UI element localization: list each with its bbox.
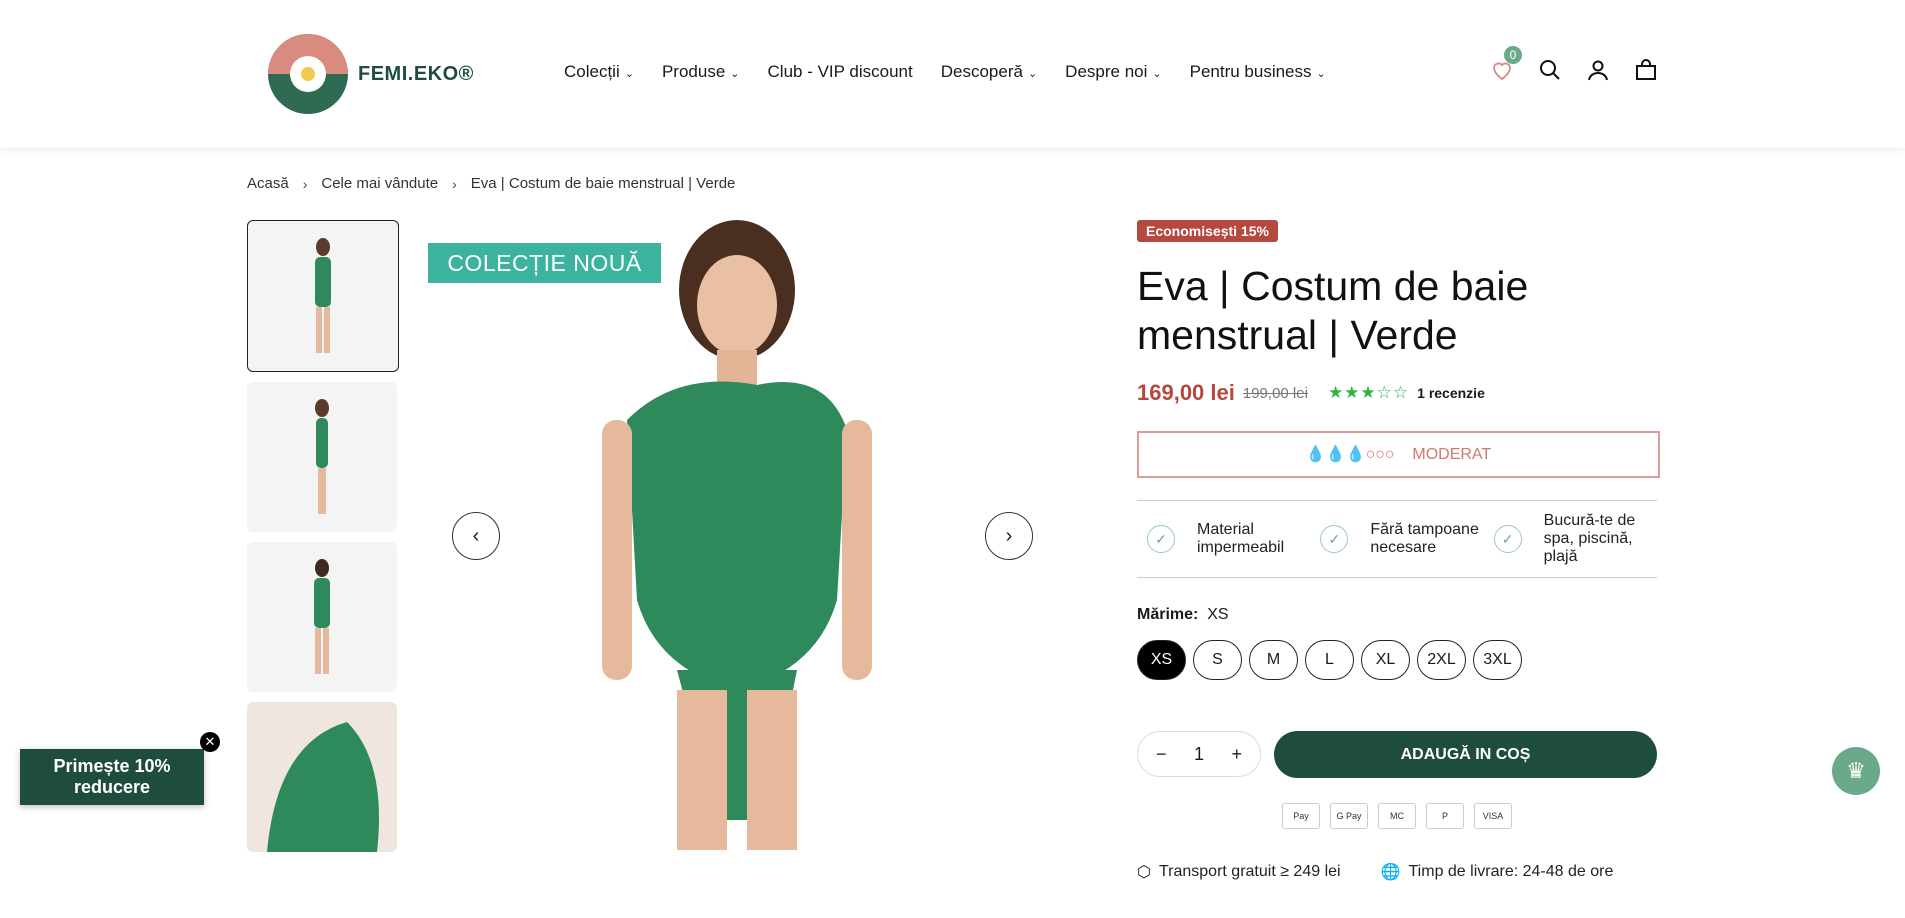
nav-pentru-business[interactable]: Pentru business ⌄ <box>1190 62 1326 82</box>
drop-icon: 💧💧💧○○○ <box>1305 446 1395 463</box>
logo-badge <box>268 34 348 114</box>
thumbnail-4[interactable] <box>247 702 397 852</box>
chevron-right-icon: › <box>302 175 308 192</box>
prev-image-button[interactable]: ‹ <box>452 512 500 560</box>
chevron-right-icon: › <box>452 175 457 192</box>
size-label: Mărime: XS <box>1137 606 1229 623</box>
product-title: Eva | Costum de baie menstrual | Verde <box>1137 263 1529 358</box>
old-price: 199,00 lei <box>1242 384 1308 402</box>
shipping-item: ⬡ Transport gratuit ≥ 249 lei <box>1137 863 1341 881</box>
flow-level-box: 💧💧💧○○○ MODERAT <box>1137 431 1660 478</box>
price-row: 169,00 lei 199,00 lei ★★★☆☆ 1 recenzie <box>1137 380 1485 406</box>
mastercard-icon: MC <box>1378 803 1416 829</box>
features-list: ✓ Material impermeabil ✓ Fără tampoane n… <box>1137 500 1657 578</box>
wishlist-count: 0 <box>1504 46 1522 64</box>
main-nav: Colecții ⌄ Produse ⌄ Club - VIP discount D… <box>564 62 1354 82</box>
next-image-button[interactable]: › <box>985 512 1033 560</box>
breadcrumb: Acasă › Cele mai vândute › Eva | Costum … <box>247 175 735 192</box>
nav-despre-noi[interactable]: Despre noi ⌄ <box>1065 62 1161 82</box>
nav-club-vip[interactable]: Club - VIP discount <box>768 62 913 82</box>
nav-descopera[interactable]: Descoperă ⌄ <box>941 62 1037 82</box>
thumbnail-3[interactable] <box>247 542 397 692</box>
google-pay-icon: G Pay <box>1330 803 1368 829</box>
delivery-item: 🌐 Timp de livrare: 24-48 de ore <box>1380 863 1614 881</box>
plus-button[interactable]: + <box>1231 744 1242 765</box>
size-l[interactable]: L <box>1305 640 1354 680</box>
size-s[interactable]: S <box>1193 640 1242 680</box>
heart-icon[interactable]: 0 <box>1490 46 1522 82</box>
chevron-down-icon: ⌄ <box>1316 68 1326 80</box>
check-icon: ✓ <box>1147 525 1175 553</box>
search-icon[interactable] <box>1538 58 1562 82</box>
breadcrumb-current: Eva | Costum de baie menstrual | Verde <box>470 175 736 192</box>
logo-text: FEMI.EKO® <box>358 62 474 85</box>
size-xl[interactable]: XL <box>1361 640 1410 680</box>
main-product-image <box>427 220 1033 850</box>
shipping-info: ⬡ Transport gratuit ≥ 249 lei 🌐 Timp de … <box>1137 862 1613 882</box>
selected-size: XS <box>1207 606 1229 623</box>
site-header: FEMI.EKO® Colecții ⌄ Produse ⌄ Club - VIP … <box>0 0 1905 148</box>
close-icon[interactable]: ✕ <box>200 732 220 752</box>
add-to-cart-button[interactable]: ADAUGĂ IN COȘ <box>1274 731 1657 778</box>
chevron-down-icon: ⌄ <box>1152 68 1162 80</box>
quantity-value[interactable]: 1 <box>1194 744 1204 765</box>
flow-label: MODERAT <box>1412 446 1492 463</box>
visa-icon: VISA <box>1474 803 1512 829</box>
user-icon[interactable] <box>1586 58 1610 82</box>
check-icon: ✓ <box>1320 525 1349 553</box>
minus-button[interactable]: − <box>1156 744 1167 765</box>
size-m[interactable]: M <box>1249 640 1298 680</box>
check-icon: ✓ <box>1493 525 1522 553</box>
chevron-down-icon: ⌄ <box>624 68 634 80</box>
rating-stars[interactable]: ★★★☆☆ <box>1328 383 1409 403</box>
paypal-icon: P <box>1426 803 1464 829</box>
nav-colectii[interactable]: Colecții ⌄ <box>564 62 634 82</box>
feature-item: ✓ Material impermeabil <box>1137 501 1310 577</box>
current-price: 169,00 lei <box>1137 380 1235 405</box>
chevron-down-icon: ⌄ <box>1027 68 1038 80</box>
bag-icon[interactable] <box>1634 58 1658 82</box>
size-xs[interactable]: XS <box>1137 640 1186 680</box>
apple-pay-icon: Pay <box>1282 803 1320 829</box>
feature-item: ✓ Bucură-te de spa, piscină, plajă <box>1484 501 1657 577</box>
thumbnail-list <box>247 220 399 862</box>
thumbnail-1[interactable] <box>247 220 399 372</box>
globe-icon: 🌐 <box>1380 864 1401 881</box>
thumbnail-2[interactable] <box>247 382 397 532</box>
reviews-link[interactable]: 1 recenzie <box>1417 385 1485 401</box>
payment-methods: Pay G Pay MC P VISA <box>1282 803 1512 829</box>
breadcrumb-home[interactable]: Acasă <box>247 175 289 192</box>
breadcrumb-category[interactable]: Cele mai vândute <box>321 175 438 192</box>
size-2xl[interactable]: 2XL <box>1417 640 1466 680</box>
logo[interactable]: FEMI.EKO® <box>268 34 474 114</box>
crown-icon[interactable]: ♛ <box>1832 747 1880 795</box>
discount-badge: Economisești 15% <box>1137 220 1278 242</box>
header-icons: 0 <box>1490 46 1658 82</box>
promo-popup[interactable]: Primește 10% reducere <box>20 749 204 805</box>
chevron-down-icon: ⌄ <box>730 68 740 80</box>
size-options: XS S M L XL 2XL 3XL <box>1137 640 1522 680</box>
feature-item: ✓ Fără tampoane necesare <box>1310 501 1483 577</box>
collection-tag: COLECȚIE NOUĂ <box>428 243 661 283</box>
nav-produse[interactable]: Produse ⌄ <box>662 62 740 82</box>
box-icon: ⬡ <box>1137 864 1151 881</box>
quantity-stepper: − 1 + <box>1137 731 1261 777</box>
size-3xl[interactable]: 3XL <box>1473 640 1522 680</box>
